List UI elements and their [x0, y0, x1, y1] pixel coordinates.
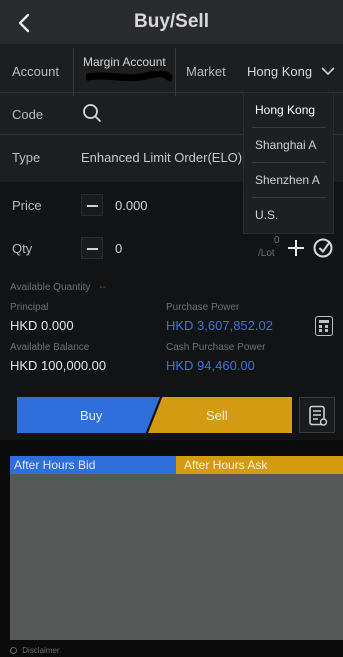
chevron-down-icon[interactable]: [320, 63, 336, 79]
account-name: Margin Account: [83, 55, 166, 69]
principal-label: Principal: [10, 302, 49, 313]
available-quantity-label: Available Quantity --: [10, 282, 106, 293]
available-quantity-text: Available Quantity: [10, 282, 91, 293]
purchase-power-value: HKD 3,607,852.02: [166, 318, 273, 333]
type-label: Type: [12, 150, 41, 165]
disclaimer-link[interactable]: Disclaimer: [10, 646, 60, 655]
redaction-scribble: [86, 71, 172, 82]
price-decrement-button[interactable]: [81, 194, 103, 216]
code-label: Code: [12, 107, 44, 122]
available-balance-label: Available Balance: [10, 342, 90, 353]
after-hours-ask-header: After Hours Ask: [176, 456, 343, 474]
available-quantity-value: --: [99, 282, 106, 293]
lot-count: 0: [274, 235, 280, 246]
qty-increment-button[interactable]: [286, 238, 306, 258]
lock-check-icon[interactable]: [311, 236, 335, 260]
search-icon[interactable]: [81, 102, 103, 124]
account-label: Account: [12, 64, 59, 79]
order-list-button[interactable]: [299, 397, 335, 433]
market-option-shanghai-a[interactable]: Shanghai A: [244, 128, 335, 162]
cash-purchase-power-value: HKD 94,460.00: [166, 358, 255, 373]
calculator-icon[interactable]: [315, 316, 333, 336]
principal-value: HKD 0.000: [10, 318, 74, 333]
price-label: Price: [12, 198, 42, 213]
disclaimer-text: Disclaimer: [22, 646, 60, 655]
sell-button-label: Sell: [206, 408, 228, 423]
qty-input[interactable]: 0: [115, 241, 122, 256]
price-input[interactable]: 0.000: [115, 198, 148, 213]
purchase-power-label: Purchase Power: [166, 302, 240, 313]
available-balance-value: HKD 100,000.00: [10, 358, 107, 373]
market-dropdown: Hong Kong Shanghai A Shenzhen A U.S.: [243, 92, 334, 234]
qty-label: Qty: [12, 241, 33, 256]
page-title: Buy/Sell: [134, 11, 209, 32]
market-selected[interactable]: Hong Kong: [247, 64, 312, 79]
after-hours-bid-header: After Hours Bid: [10, 456, 176, 474]
order-book-area: [10, 474, 343, 640]
market-option-hong-kong[interactable]: Hong Kong: [244, 93, 335, 127]
market-option-shenzhen-a[interactable]: Shenzhen A: [244, 163, 335, 197]
lot-unit: /Lot: [258, 248, 275, 259]
buy-button-label: Buy: [80, 408, 103, 423]
market-label: Market: [186, 64, 226, 79]
info-icon: [10, 647, 17, 655]
order-list-icon: [309, 405, 328, 426]
market-option-us[interactable]: U.S.: [244, 198, 335, 232]
qty-decrement-button[interactable]: [81, 237, 103, 259]
top-bar: Buy/Sell: [0, 0, 343, 44]
cash-purchase-power-label: Cash Purchase Power: [166, 342, 266, 353]
order-type-value[interactable]: Enhanced Limit Order(ELO): [81, 150, 242, 165]
